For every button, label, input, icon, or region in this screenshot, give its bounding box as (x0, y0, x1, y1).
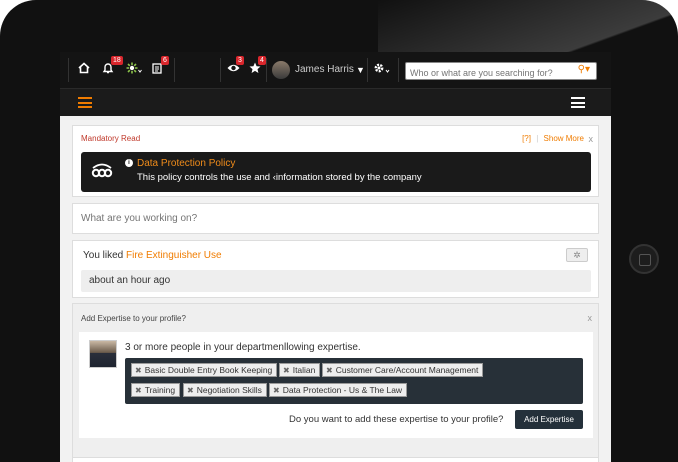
divider (367, 58, 368, 82)
tag-label: Training (144, 385, 176, 395)
favorites-badge: 4 (258, 56, 266, 65)
expertise-tag[interactable]: ✖ Training (131, 383, 181, 397)
remove-tag-icon[interactable]: ✖ (283, 366, 290, 375)
info-icon: i (125, 159, 133, 167)
policy-banner[interactable]: i Data Protection Policy This policy con… (81, 152, 591, 192)
watch-badge: 3 (236, 56, 244, 65)
mandatory-read-links: [?] | Show More (522, 134, 584, 143)
user-avatar[interactable] (272, 61, 290, 79)
search-input[interactable] (406, 65, 566, 81)
link-divider: | (536, 134, 539, 143)
top-navigation-bar: 18 6 3 4 James Harris ▼ Who or what are … (60, 52, 611, 88)
expertise-tag[interactable]: ✖ Data Protection - Us & The Law (269, 383, 408, 397)
activity-timestamp: about an hour ago (89, 275, 171, 286)
mandatory-read-card: Mandatory Read [?] | Show More x i Data … (72, 125, 599, 197)
activity-link[interactable]: Fire Extinguisher Use (126, 250, 222, 261)
status-input[interactable] (73, 204, 598, 233)
activity-time-row: about an hour ago (81, 270, 591, 292)
menu-bar (60, 88, 611, 116)
tasks-icon[interactable]: 6 (152, 56, 169, 80)
user-name[interactable]: James Harris (295, 62, 354, 78)
star-icon[interactable]: 4 (249, 56, 266, 80)
user-menu-chevron-down-icon[interactable]: ▼ (356, 60, 365, 80)
policy-group-icon (89, 162, 115, 185)
expertise-tag[interactable]: ✖ Negotiation Skills (183, 383, 267, 397)
expertise-tag-list: ✖ Basic Double Entry Book Keeping ✖ Italia… (125, 358, 583, 404)
activity-prefix: You liked (83, 250, 126, 261)
eye-icon[interactable]: 3 (227, 56, 244, 80)
tasks-badge: 6 (161, 56, 169, 65)
add-expertise-card: Add Expertise to your profile? x 3 or mo… (72, 303, 599, 461)
left-menu-hamburger-icon[interactable] (78, 97, 92, 108)
expertise-heading: Add Expertise to your profile? (81, 314, 186, 323)
remove-tag-icon[interactable]: ✖ (187, 386, 194, 395)
divider (220, 58, 221, 82)
expertise-panel: 3 or more people in your departmenllowin… (79, 332, 593, 438)
settings-gear-icon[interactable] (373, 60, 391, 80)
notifications-badge: 18 (111, 56, 123, 65)
remove-tag-icon[interactable]: ✖ (135, 366, 142, 375)
tag-label: Italian (292, 365, 316, 375)
apps-icon[interactable] (126, 60, 142, 80)
tablet-device: 18 6 3 4 James Harris ▼ Who or what are … (0, 0, 678, 462)
divider (68, 58, 69, 82)
bell-icon[interactable]: 18 (102, 56, 123, 80)
home-icon[interactable] (78, 60, 90, 80)
expertise-tag[interactable]: ✖ Italian (279, 363, 321, 377)
expertise-tag[interactable]: ✖ Customer Care/Account Management (322, 363, 484, 377)
close-expertise-button[interactable]: x (588, 313, 593, 323)
status-update-box[interactable] (72, 203, 599, 234)
tag-label: Data Protection - Us & The Law (282, 385, 403, 395)
activity-settings-gear-icon[interactable]: ✲ (566, 248, 588, 262)
mandatory-read-title: Mandatory Read (81, 134, 141, 143)
remove-tag-icon[interactable]: ✖ (135, 386, 142, 395)
person-avatar (89, 340, 117, 368)
right-menu-hamburger-icon[interactable] (571, 97, 585, 108)
policy-description: This policy controls the use and ‹inform… (137, 172, 422, 183)
close-mandatory-button[interactable]: x (589, 134, 594, 144)
remove-tag-icon[interactable]: ✖ (273, 386, 280, 395)
expertise-message: 3 or more people in your departmenllowin… (125, 342, 361, 353)
divider (398, 58, 399, 82)
tablet-home-button[interactable] (629, 244, 659, 274)
divider (266, 58, 267, 82)
search-box[interactable]: ⚲▾ (405, 62, 597, 81)
app-screen: 18 6 3 4 James Harris ▼ Who or what are … (60, 52, 611, 462)
policy-title[interactable]: Data Protection Policy (137, 158, 235, 169)
expertise-question: Do you want to add these expertise to yo… (289, 414, 504, 425)
tag-label: Negotiation Skills (196, 385, 262, 395)
add-expertise-button[interactable]: Add Expertise (515, 410, 583, 429)
help-link[interactable]: [?] (522, 134, 531, 143)
tag-label: Basic Double Entry Book Keeping (144, 365, 273, 375)
activity-text: You liked Fire Extinguisher Use (83, 250, 222, 261)
search-icon[interactable]: ⚲▾ (578, 64, 590, 75)
next-feed-card (72, 457, 599, 462)
remove-tag-icon[interactable]: ✖ (326, 366, 333, 375)
show-more-link[interactable]: Show More (544, 134, 584, 143)
expertise-tag[interactable]: ✖ Basic Double Entry Book Keeping (131, 363, 278, 377)
divider (174, 58, 175, 82)
activity-card: You liked Fire Extinguisher Use ✲ about … (72, 240, 599, 298)
tag-label: Customer Care/Account Management (335, 365, 479, 375)
